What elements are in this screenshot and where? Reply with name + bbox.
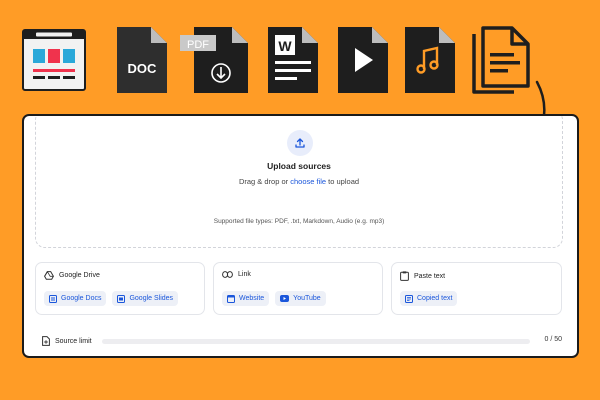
card-header: Link <box>222 271 251 278</box>
slides-icon <box>117 294 126 303</box>
link-icon <box>222 271 233 278</box>
choose-file-link[interactable]: choose file <box>290 177 326 186</box>
chip-label: Copied text <box>417 295 453 302</box>
video-file-icon <box>338 27 388 93</box>
source-limit-progress-bar <box>102 339 530 344</box>
doc-icon-label: DOC <box>128 61 158 76</box>
website-file-icon <box>22 29 86 91</box>
card-title: Google Drive <box>59 272 100 279</box>
chip-label: YouTube <box>293 295 321 302</box>
upload-button[interactable] <box>287 130 313 156</box>
instructions-text: Drag & drop or <box>238 177 291 186</box>
chip-label: Website <box>239 295 265 302</box>
card-title: Link <box>238 271 251 278</box>
google-drive-icon <box>44 271 54 280</box>
google-docs-chip[interactable]: Google Docs <box>44 291 107 306</box>
docs-icon <box>49 294 57 303</box>
audio-file-icon <box>405 27 455 93</box>
paste-text-card: Paste text Copied text <box>391 262 562 315</box>
copied-text-chip[interactable]: Copied text <box>400 291 458 306</box>
card-header: Google Drive <box>44 271 100 280</box>
dropzone[interactable]: Upload sources Drag & drop or choose fil… <box>35 116 563 248</box>
upload-title: Upload sources <box>267 161 331 171</box>
word-file-icon: W <box>268 27 318 93</box>
chip-label: Google Slides <box>129 295 174 302</box>
website-icon <box>227 294 235 303</box>
instructions-text-end: to upload <box>326 177 360 186</box>
doc-file-icon: DOC <box>117 27 167 93</box>
card-title: Paste text <box>414 272 446 280</box>
google-drive-card: Google Drive Google Docs Google Slides <box>35 262 205 315</box>
upload-panel: Upload sources Drag & drop or choose fil… <box>22 114 579 358</box>
source-limit-label: Source limit <box>55 337 92 345</box>
source-limit-row: Source limit 0 / 50 <box>42 335 562 347</box>
youtube-icon <box>280 295 290 302</box>
clipboard-icon <box>400 271 409 281</box>
pdf-icon-label: PDF <box>187 39 209 51</box>
card-header: Paste text <box>400 271 445 281</box>
website-chip[interactable]: Website <box>222 291 270 306</box>
google-slides-chip[interactable]: Google Slides <box>112 291 179 306</box>
youtube-chip[interactable]: YouTube <box>275 291 326 306</box>
pdf-file-icon: PDF <box>180 27 248 93</box>
chip-label: Google Docs <box>61 295 102 302</box>
link-card: Link Website YouTube <box>213 262 383 315</box>
source-limit-count: 0 / 50 <box>544 336 562 343</box>
word-icon-label: W <box>278 38 292 54</box>
upload-icon <box>295 138 305 148</box>
upload-instructions: Drag & drop or choose file to upload <box>36 177 562 186</box>
source-limit-icon <box>42 336 50 346</box>
text-icon <box>405 294 413 303</box>
supported-file-types: Supported file types: PDF, .txt, Markdow… <box>213 218 385 225</box>
